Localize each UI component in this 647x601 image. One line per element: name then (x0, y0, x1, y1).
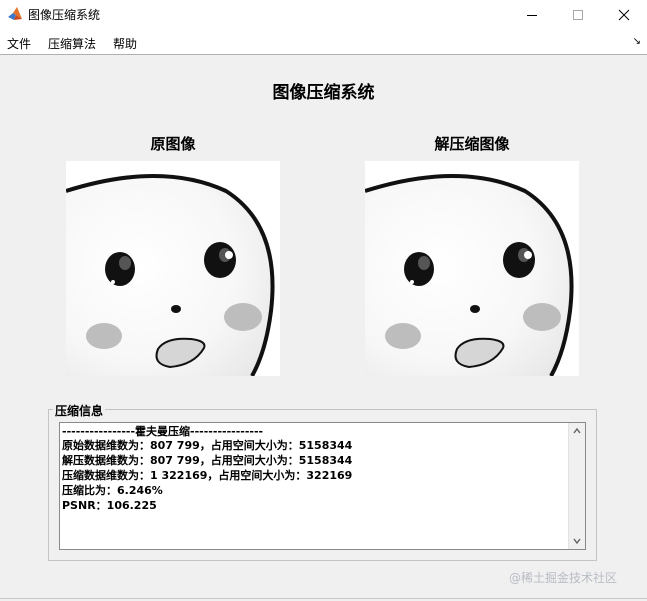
scroll-up-icon[interactable] (573, 428, 581, 434)
info-line-original-dims: 原始数据维数为：807 799，占用空间大小为：5158344 (62, 439, 353, 452)
maximize-icon (573, 10, 583, 20)
menu-file[interactable]: 文件 (7, 35, 31, 52)
window-title: 图像压缩系统 (28, 8, 101, 22)
original-image-title: 原图像 (150, 135, 196, 153)
info-line-compressed-dims: 压缩数据维数为：1 322169，占用空间大小为：322169 (62, 469, 353, 482)
close-icon (618, 9, 630, 21)
bottom-divider (0, 598, 647, 599)
original-image (65, 161, 280, 377)
dock-arrow-icon[interactable]: ↘ (633, 36, 641, 47)
scroll-down-icon[interactable] (573, 538, 581, 544)
info-line-decompressed-dims: 解压数据维数为：807 799，占用空间大小为：5158344 (62, 454, 353, 467)
minimize-icon (527, 15, 537, 16)
maximize-button[interactable] (555, 0, 601, 30)
watermark: @稀土掘金技术社区 (509, 571, 618, 585)
compression-info-textbox[interactable]: ----------------霍夫曼压缩---------------- 原始… (59, 422, 586, 550)
menu-bar: 文件 压缩算法 帮助 ↘ (0, 30, 647, 55)
close-button[interactable] (601, 0, 647, 30)
info-line-compression-ratio: 压缩比为：6.246% (62, 484, 163, 497)
menu-help[interactable]: 帮助 (113, 35, 137, 52)
vertical-scrollbar[interactable] (568, 423, 585, 549)
decompressed-image-title: 解压缩图像 (434, 135, 510, 153)
title-bar[interactable]: 图像压缩系统 (0, 0, 647, 30)
compression-info-title: 压缩信息 (53, 402, 106, 419)
info-line-psnr: PSNR：106.225 (62, 499, 157, 512)
page-title: 图像压缩系统 (272, 83, 375, 103)
matlab-icon (8, 7, 22, 20)
info-line-header: ----------------霍夫曼压缩---------------- (62, 425, 264, 438)
minimize-button[interactable] (509, 0, 555, 30)
menu-compression-algorithm[interactable]: 压缩算法 (48, 35, 96, 52)
decompressed-image (364, 161, 579, 377)
